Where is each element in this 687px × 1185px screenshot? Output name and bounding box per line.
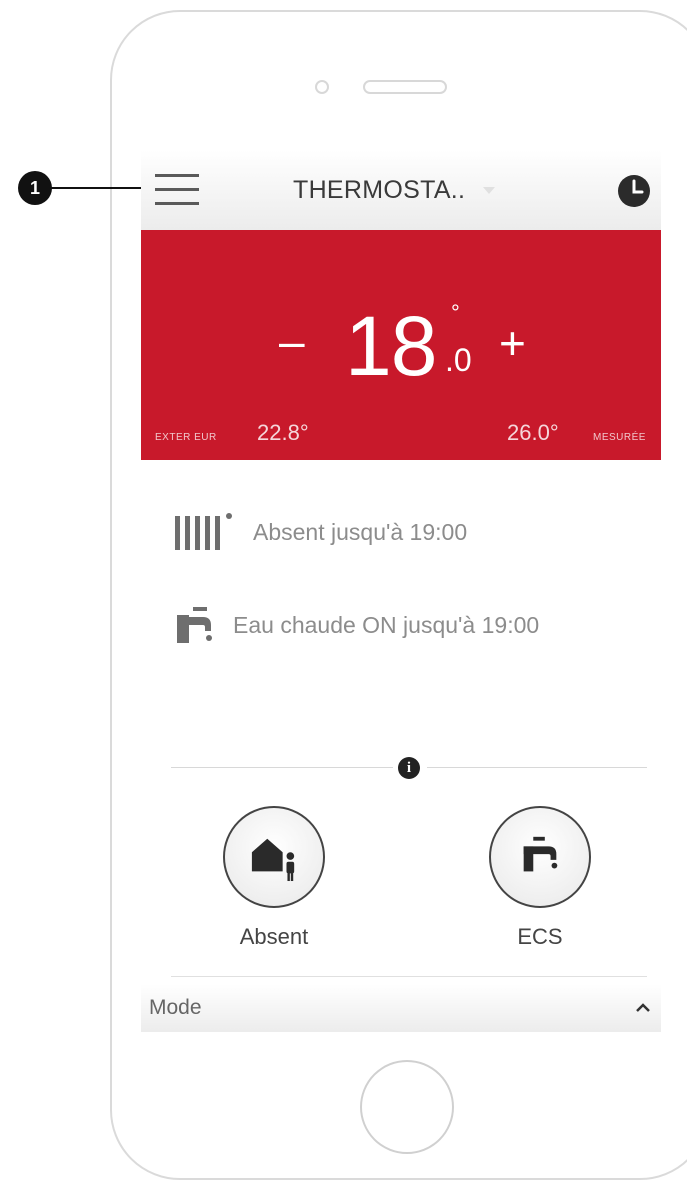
temperature-panel: – 18 ° .0 + EXTER EUR 22.8° 26.0° MESURÉ… bbox=[141, 230, 661, 460]
faucet-icon bbox=[177, 607, 212, 643]
faucet-icon bbox=[523, 836, 558, 872]
info-icon[interactable]: i bbox=[398, 757, 420, 779]
clock-icon[interactable] bbox=[617, 174, 651, 208]
divider bbox=[171, 767, 393, 768]
page-title: THERMOSTA.. bbox=[293, 175, 466, 204]
degree-symbol: ° bbox=[451, 300, 460, 325]
phone-speaker bbox=[363, 80, 447, 94]
measured-label: MESURÉE bbox=[593, 432, 646, 443]
house-person-icon bbox=[251, 838, 295, 882]
phone-home-button[interactable] bbox=[360, 1060, 454, 1154]
app-header: THERMOSTA.. bbox=[141, 150, 661, 230]
hamburger-menu-icon[interactable] bbox=[155, 172, 199, 208]
setpoint-decimal: .0 bbox=[445, 342, 472, 378]
device-selector[interactable]: THERMOSTA.. bbox=[293, 172, 496, 208]
mode-ecs-label: ECS bbox=[517, 924, 563, 949]
chevron-up-icon bbox=[636, 1003, 650, 1012]
divider bbox=[427, 767, 647, 768]
radiator-icon bbox=[175, 513, 232, 550]
heating-status-text: Absent jusqu'à 19:00 bbox=[253, 518, 468, 545]
chevron-down-icon bbox=[483, 186, 496, 194]
mode-absent-label: Absent bbox=[239, 924, 309, 949]
measured-temperature: 26.0° bbox=[507, 420, 559, 445]
callout-badge: 1 bbox=[18, 171, 52, 205]
status-row-hot-water: Eau chaude ON jusqu'à 19:00 bbox=[173, 605, 539, 645]
decrease-temperature-button[interactable]: – bbox=[279, 314, 305, 368]
exterior-temperature: 22.8° bbox=[257, 420, 309, 445]
phone-camera bbox=[315, 80, 329, 94]
increase-temperature-button[interactable]: + bbox=[499, 316, 526, 370]
divider bbox=[171, 976, 647, 977]
setpoint-integer: 18 bbox=[345, 299, 437, 393]
mode-panel-toggle[interactable]: Mode bbox=[141, 984, 661, 1032]
mode-ecs-button[interactable] bbox=[489, 806, 591, 908]
app-screen: THERMOSTA.. – 18 ° .0 + EXTER EUR 22.8° … bbox=[141, 150, 661, 1032]
hot-water-status-text: Eau chaude ON jusqu'à 19:00 bbox=[233, 611, 540, 638]
status-row-heating: Absent jusqu'à 19:00 bbox=[173, 512, 467, 552]
callout-line bbox=[50, 187, 142, 189]
exterior-label: EXTER EUR bbox=[155, 432, 217, 443]
mode-label: Mode bbox=[149, 996, 202, 1019]
mode-absent-button[interactable] bbox=[223, 806, 325, 908]
